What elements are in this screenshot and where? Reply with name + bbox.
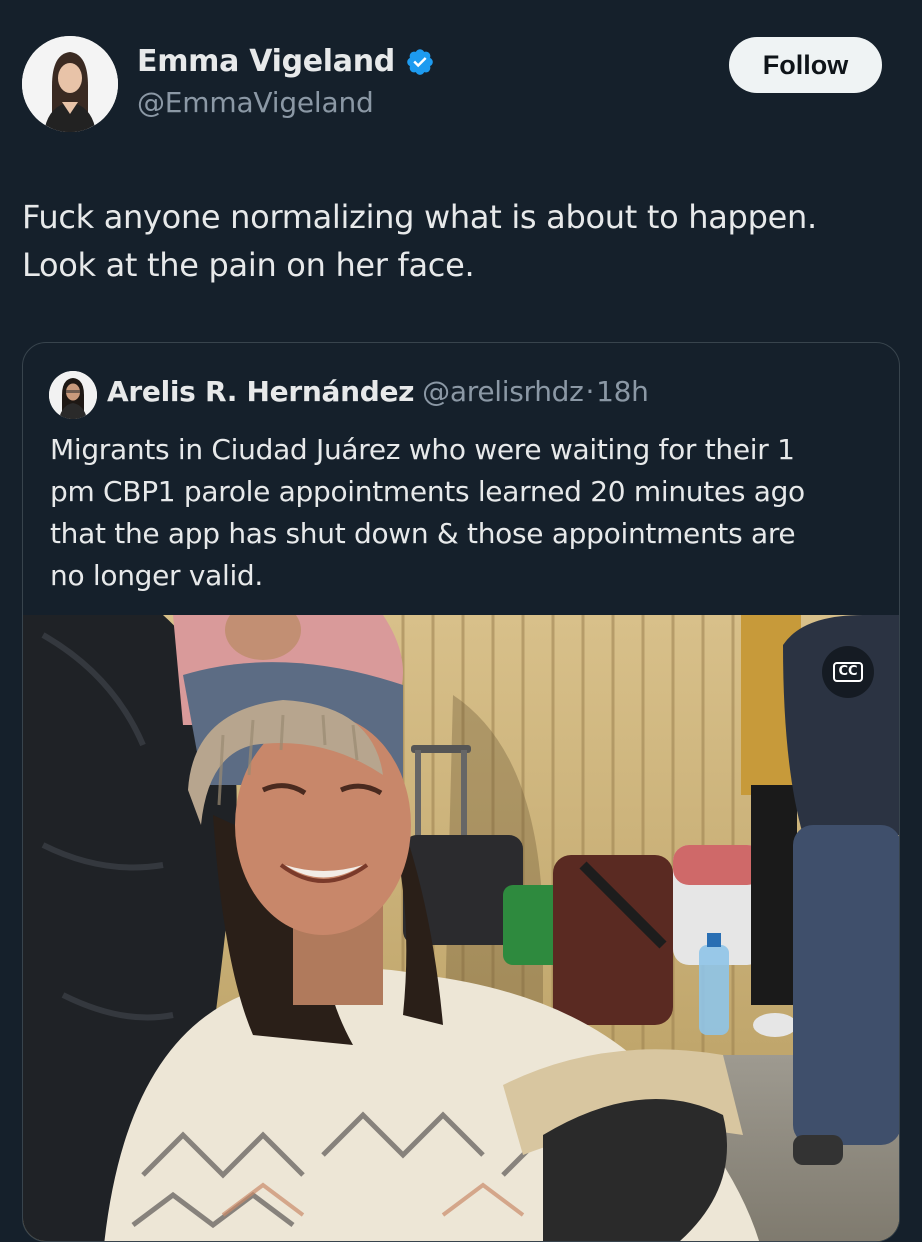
quoted-text-line: that the app has shut down & those appoi… <box>50 517 796 550</box>
quoted-text-line: no longer valid. <box>50 559 264 592</box>
verified-badge-icon <box>407 48 433 75</box>
cc-icon: CC <box>833 662 863 682</box>
quoted-video[interactable]: CC <box>23 615 899 1241</box>
follow-button[interactable]: Follow <box>729 37 882 93</box>
quoted-avatar-photo <box>49 371 97 419</box>
quoted-author-avatar[interactable] <box>49 371 97 419</box>
quoted-text-line: pm CBP1 parole appointments learned 20 m… <box>50 475 805 508</box>
quoted-author-name[interactable]: Arelis R. Hernández <box>107 375 414 408</box>
quoted-text-line: Migrants in Ciudad Juárez who were waiti… <box>50 433 795 466</box>
closed-captions-button[interactable]: CC <box>822 646 874 698</box>
author-avatar-photo <box>22 36 118 132</box>
tweet-text-line: Look at the pain on her face. <box>22 246 475 284</box>
quoted-tweet-text: Migrants in Ciudad Juárez who were waiti… <box>50 429 890 597</box>
tweet-text-line: Fuck anyone normalizing what is about to… <box>22 198 817 236</box>
separator-dot: · <box>585 375 595 408</box>
video-frame-image <box>23 615 899 1241</box>
quoted-author-handle[interactable]: @arelisrhdz <box>422 375 584 408</box>
tweet-text: Fuck anyone normalizing what is about to… <box>22 193 902 289</box>
author-handle[interactable]: @EmmaVigeland <box>137 86 374 119</box>
quoted-timestamp[interactable]: 18h <box>596 375 649 408</box>
quoted-tweet-card[interactable]: Arelis R. Hernández @arelisrhdz·18h Migra… <box>22 342 900 1242</box>
author-avatar[interactable] <box>22 36 118 132</box>
author-name-text: Emma Vigeland <box>137 44 395 79</box>
quoted-tweet-header: Arelis R. Hernández @arelisrhdz·18h <box>107 375 649 408</box>
author-name[interactable]: Emma Vigeland <box>137 44 435 79</box>
